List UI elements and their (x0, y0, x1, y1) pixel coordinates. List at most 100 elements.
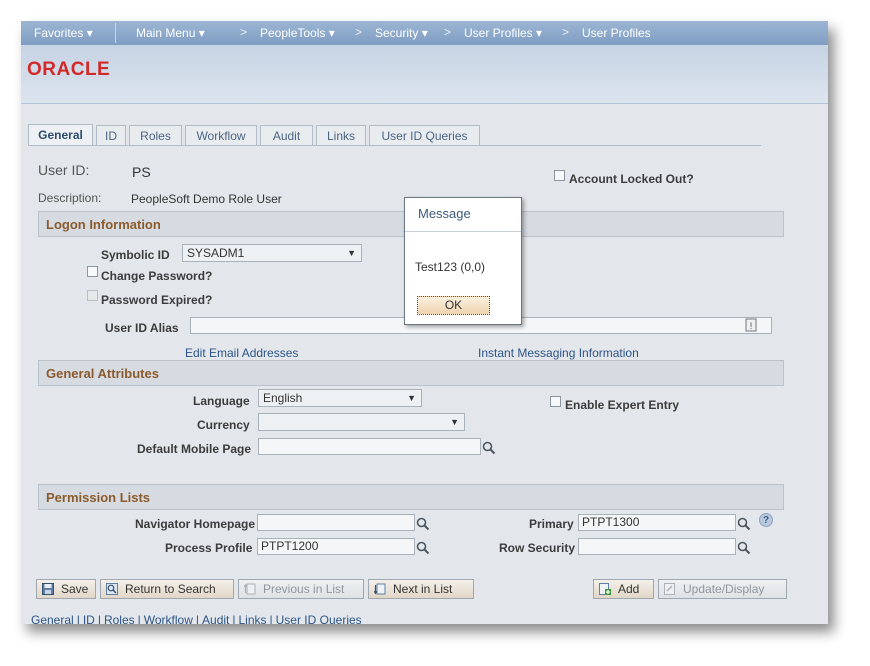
add-button[interactable]: Add (593, 579, 654, 599)
bottom-link-roles[interactable]: Roles (104, 613, 135, 624)
save-label: Save (61, 582, 89, 596)
nav-divider (115, 23, 116, 43)
main-page: General ID Roles Workflow Audit Links Us… (21, 104, 828, 624)
enable-expert-entry-label: Enable Expert Entry (565, 398, 680, 412)
tab-general[interactable]: General (28, 124, 93, 146)
spellcheck-icon[interactable]: ! (745, 318, 757, 332)
link-separator: | (269, 613, 273, 624)
permission-lists-section: Permission Lists (38, 484, 784, 510)
link-separator: | (232, 613, 236, 624)
password-expired-checkbox (87, 290, 98, 301)
bottom-link-links[interactable]: Links (239, 613, 267, 624)
return-to-search-label: Return to Search (125, 582, 216, 596)
row-security-label: Row Security (499, 541, 576, 555)
tab-id[interactable]: ID (96, 125, 126, 145)
primary-label: Primary (529, 517, 574, 531)
bottom-link-workflow[interactable]: Workflow (144, 613, 193, 624)
lookup-icon[interactable] (482, 441, 496, 455)
dialog-divider (405, 231, 521, 232)
language-label: Language (193, 394, 250, 408)
dialog-title: Message (418, 206, 471, 221)
tab-roles[interactable]: Roles (129, 125, 182, 145)
primary-input[interactable]: PTPT1300 (578, 514, 736, 531)
message-dialog: Message Test123 (0,0) OK (404, 197, 522, 325)
bottom-link-id[interactable]: ID (83, 613, 95, 624)
dropdown-arrow-icon: ▼ (347, 248, 356, 258)
help-icon[interactable]: ? (759, 513, 773, 527)
nav-security[interactable]: Security ▾ (375, 26, 428, 40)
next-in-list-label: Next in List (393, 582, 453, 596)
lookup-icon[interactable] (416, 517, 430, 531)
navigator-homepage-label: Navigator Homepage (135, 517, 256, 531)
nav-favorites[interactable]: Favorites ▾ (34, 26, 93, 40)
previous-icon (244, 583, 256, 595)
currency-label: Currency (197, 418, 250, 432)
edit-email-addresses-link[interactable]: Edit Email Addresses (185, 346, 298, 360)
row-security-input[interactable] (578, 538, 736, 555)
symbolic-id-label: Symbolic ID (101, 248, 170, 262)
nav-user-profiles-menu[interactable]: User Profiles ▾ (464, 26, 542, 40)
lookup-icon[interactable] (737, 541, 751, 555)
add-icon (599, 583, 611, 595)
add-label: Add (618, 582, 640, 596)
previous-in-list-label: Previous in List (263, 582, 345, 596)
tab-links[interactable]: Links (316, 125, 366, 145)
bottom-link-general[interactable]: General (31, 613, 74, 624)
link-separator: | (97, 613, 101, 624)
nav-separator: > (240, 25, 248, 39)
next-in-list-button[interactable]: Next in List (368, 579, 474, 599)
general-attributes-section: General Attributes (38, 360, 784, 386)
section-title: General Attributes (46, 366, 159, 381)
link-separator: | (137, 613, 141, 624)
dropdown-arrow-icon: ▼ (407, 393, 416, 403)
instant-messaging-link[interactable]: Instant Messaging Information (478, 346, 639, 360)
section-title: Logon Information (46, 217, 161, 232)
enable-expert-entry-checkbox[interactable] (550, 396, 561, 407)
symbolic-id-value: SYSADM1 (187, 246, 245, 260)
nav-peopletools[interactable]: PeopleTools ▾ (260, 26, 335, 40)
change-password-label: Change Password? (101, 269, 213, 283)
save-button[interactable]: Save (36, 579, 96, 599)
account-locked-checkbox[interactable] (554, 170, 565, 181)
default-mobile-page-input[interactable] (258, 438, 481, 455)
user-id-label: User ID: (38, 162, 90, 178)
tab-underline (28, 145, 761, 146)
user-id-alias-label: User ID Alias (105, 321, 179, 335)
section-title: Permission Lists (46, 490, 151, 505)
navigator-homepage-input[interactable] (257, 514, 415, 531)
bottom-link-audit[interactable]: Audit (202, 613, 229, 624)
ok-button[interactable]: OK (417, 296, 490, 315)
password-expired-label: Password Expired? (101, 293, 213, 307)
process-profile-input[interactable]: PTPT1200 (257, 538, 415, 555)
symbolic-id-select[interactable]: SYSADM1 ▼ (182, 244, 362, 262)
return-to-search-button[interactable]: Return to Search (100, 579, 234, 599)
search-return-icon (106, 583, 118, 595)
lookup-icon[interactable] (416, 541, 430, 555)
language-value: English (263, 391, 303, 405)
save-icon (42, 583, 54, 595)
nav-main-menu[interactable]: Main Menu ▾ (136, 26, 205, 40)
currency-select[interactable]: ▼ (258, 413, 465, 431)
description-label: Description: (38, 191, 102, 205)
bottom-link-user-id-queries[interactable]: User ID Queries (276, 613, 362, 624)
link-separator: | (195, 613, 200, 624)
default-mobile-page-label: Default Mobile Page (137, 442, 252, 456)
lookup-icon[interactable] (737, 517, 751, 531)
language-select[interactable]: English ▼ (258, 389, 422, 407)
nav-separator: > (562, 25, 570, 39)
svg-text:!: ! (750, 321, 753, 331)
header-banner: ORACLE (21, 45, 828, 104)
update-display-icon (664, 583, 675, 595)
user-id-value: PS (132, 164, 151, 180)
tab-workflow[interactable]: Workflow (185, 125, 257, 145)
change-password-checkbox[interactable] (87, 266, 98, 277)
update-display-button: Update/Display (658, 579, 787, 599)
tab-user-id-queries[interactable]: User ID Queries (369, 125, 480, 145)
dropdown-arrow-icon: ▼ (450, 417, 459, 427)
next-icon (374, 583, 386, 595)
nav-bar: Favorites ▾ Main Menu ▾ > PeopleTools ▾ … (21, 21, 828, 45)
tab-audit[interactable]: Audit (260, 125, 313, 145)
bottom-link-bar: General | ID | Roles | Workflow | Audit | Links | Us… (31, 613, 362, 624)
nav-current-page: User Profiles (582, 26, 651, 40)
description-value: PeopleSoft Demo Role User (131, 192, 282, 206)
